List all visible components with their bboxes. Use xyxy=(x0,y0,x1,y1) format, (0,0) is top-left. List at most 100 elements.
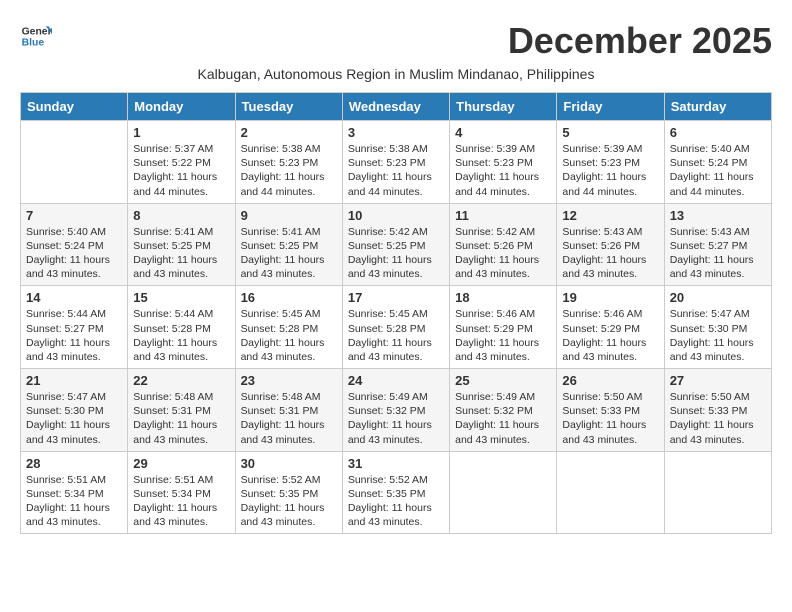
calendar-cell: 6Sunrise: 5:40 AMSunset: 5:24 PMDaylight… xyxy=(664,121,771,204)
calendar-week-row: 14Sunrise: 5:44 AMSunset: 5:27 PMDayligh… xyxy=(21,286,772,369)
day-info: Sunrise: 5:49 AMSunset: 5:32 PMDaylight:… xyxy=(455,390,551,447)
weekday-header-wednesday: Wednesday xyxy=(342,93,449,121)
calendar-cell: 4 Sunrise: 5:39 AMSunset: 5:23 PMDaylight… xyxy=(450,121,557,204)
day-number: 4 xyxy=(455,125,551,140)
calendar-cell: 12 Sunrise: 5:43 AMSunset: 5:26 PMDayligh… xyxy=(557,203,664,286)
day-info: Sunrise: 5:43 AMSunset: 5:26 PMDaylight:… xyxy=(562,225,658,282)
day-number: 15 xyxy=(133,290,229,305)
calendar-cell: 1 Sunrise: 5:37 AMSunset: 5:22 PMDaylight… xyxy=(128,121,235,204)
day-info: Sunrise: 5:47 AMSunset: 5:30 PMDaylight:… xyxy=(26,390,122,447)
day-number: 11 xyxy=(455,208,551,223)
day-number: 26 xyxy=(562,373,658,388)
month-title: December 2025 xyxy=(508,20,772,62)
calendar-table: SundayMondayTuesdayWednesdayThursdayFrid… xyxy=(20,92,772,534)
day-number: 13 xyxy=(670,208,766,223)
day-info: Sunrise: 5:48 AMSunset: 5:31 PMDaylight:… xyxy=(241,390,337,447)
day-number: 17 xyxy=(348,290,444,305)
day-info: Sunrise: 5:38 AMSunset: 5:23 PMDaylight:… xyxy=(241,142,337,199)
day-number: 20 xyxy=(670,290,766,305)
logo: General Blue xyxy=(20,20,52,52)
calendar-cell: 20 Sunrise: 5:47 AMSunset: 5:30 PMDayligh… xyxy=(664,286,771,369)
calendar-cell xyxy=(21,121,128,204)
calendar-cell: 22Sunrise: 5:48 AMSunset: 5:31 PMDayligh… xyxy=(128,369,235,452)
day-info: Sunrise: 5:40 AMSunset: 5:24 PMDaylight:… xyxy=(26,225,122,282)
calendar-cell: 31Sunrise: 5:52 AMSunset: 5:35 PMDayligh… xyxy=(342,451,449,534)
calendar-cell: 8 Sunrise: 5:41 AMSunset: 5:25 PMDaylight… xyxy=(128,203,235,286)
calendar-cell xyxy=(450,451,557,534)
day-info: Sunrise: 5:50 AMSunset: 5:33 PMDaylight:… xyxy=(562,390,658,447)
day-number: 28 xyxy=(26,456,122,471)
calendar-week-row: 7 Sunrise: 5:40 AMSunset: 5:24 PMDaylight… xyxy=(21,203,772,286)
day-info: Sunrise: 5:45 AMSunset: 5:28 PMDaylight:… xyxy=(348,307,444,364)
calendar-cell: 3 Sunrise: 5:38 AMSunset: 5:23 PMDaylight… xyxy=(342,121,449,204)
day-info: Sunrise: 5:47 AMSunset: 5:30 PMDaylight:… xyxy=(670,307,766,364)
day-info: Sunrise: 5:51 AMSunset: 5:34 PMDaylight:… xyxy=(26,473,122,530)
day-number: 9 xyxy=(241,208,337,223)
logo-icon: General Blue xyxy=(20,20,52,52)
weekday-header-sunday: Sunday xyxy=(21,93,128,121)
calendar-cell xyxy=(557,451,664,534)
day-info: Sunrise: 5:51 AMSunset: 5:34 PMDaylight:… xyxy=(133,473,229,530)
day-number: 29 xyxy=(133,456,229,471)
day-info: Sunrise: 5:44 AMSunset: 5:27 PMDaylight:… xyxy=(26,307,122,364)
day-info: Sunrise: 5:44 AMSunset: 5:28 PMDaylight:… xyxy=(133,307,229,364)
day-number: 18 xyxy=(455,290,551,305)
calendar-cell: 30Sunrise: 5:52 AMSunset: 5:35 PMDayligh… xyxy=(235,451,342,534)
calendar-cell: 19 Sunrise: 5:46 AMSunset: 5:29 PMDayligh… xyxy=(557,286,664,369)
calendar-cell: 27 Sunrise: 5:50 AMSunset: 5:33 PMDayligh… xyxy=(664,369,771,452)
calendar-cell: 21Sunrise: 5:47 AMSunset: 5:30 PMDayligh… xyxy=(21,369,128,452)
calendar-week-row: 21Sunrise: 5:47 AMSunset: 5:30 PMDayligh… xyxy=(21,369,772,452)
weekday-header-friday: Friday xyxy=(557,93,664,121)
day-number: 27 xyxy=(670,373,766,388)
day-info: Sunrise: 5:37 AMSunset: 5:22 PMDaylight:… xyxy=(133,142,229,199)
weekday-header-thursday: Thursday xyxy=(450,93,557,121)
day-number: 1 xyxy=(133,125,229,140)
day-info: Sunrise: 5:52 AMSunset: 5:35 PMDaylight:… xyxy=(241,473,337,530)
calendar-cell xyxy=(664,451,771,534)
subtitle: Kalbugan, Autonomous Region in Muslim Mi… xyxy=(20,66,772,82)
calendar-cell: 5 Sunrise: 5:39 AMSunset: 5:23 PMDaylight… xyxy=(557,121,664,204)
day-number: 10 xyxy=(348,208,444,223)
calendar-cell: 23Sunrise: 5:48 AMSunset: 5:31 PMDayligh… xyxy=(235,369,342,452)
day-number: 22 xyxy=(133,373,229,388)
day-number: 31 xyxy=(348,456,444,471)
day-info: Sunrise: 5:38 AMSunset: 5:23 PMDaylight:… xyxy=(348,142,444,199)
calendar-cell: 15 Sunrise: 5:44 AMSunset: 5:28 PMDayligh… xyxy=(128,286,235,369)
day-info: Sunrise: 5:43 AMSunset: 5:27 PMDaylight:… xyxy=(670,225,766,282)
day-number: 19 xyxy=(562,290,658,305)
day-number: 12 xyxy=(562,208,658,223)
calendar-cell: 10 Sunrise: 5:42 AMSunset: 5:25 PMDayligh… xyxy=(342,203,449,286)
calendar-cell: 14Sunrise: 5:44 AMSunset: 5:27 PMDayligh… xyxy=(21,286,128,369)
calendar-cell: 11Sunrise: 5:42 AMSunset: 5:26 PMDayligh… xyxy=(450,203,557,286)
day-info: Sunrise: 5:41 AMSunset: 5:25 PMDaylight:… xyxy=(241,225,337,282)
day-info: Sunrise: 5:40 AMSunset: 5:24 PMDaylight:… xyxy=(670,142,766,199)
weekday-header-monday: Monday xyxy=(128,93,235,121)
calendar-cell: 24 Sunrise: 5:49 AMSunset: 5:32 PMDayligh… xyxy=(342,369,449,452)
day-number: 5 xyxy=(562,125,658,140)
calendar-cell: 25Sunrise: 5:49 AMSunset: 5:32 PMDayligh… xyxy=(450,369,557,452)
day-info: Sunrise: 5:46 AMSunset: 5:29 PMDaylight:… xyxy=(562,307,658,364)
day-info: Sunrise: 5:41 AMSunset: 5:25 PMDaylight:… xyxy=(133,225,229,282)
weekday-header-tuesday: Tuesday xyxy=(235,93,342,121)
calendar-body: 1 Sunrise: 5:37 AMSunset: 5:22 PMDaylight… xyxy=(21,121,772,534)
day-number: 8 xyxy=(133,208,229,223)
calendar-week-row: 28 Sunrise: 5:51 AMSunset: 5:34 PMDayligh… xyxy=(21,451,772,534)
day-info: Sunrise: 5:42 AMSunset: 5:25 PMDaylight:… xyxy=(348,225,444,282)
calendar-cell: 18Sunrise: 5:46 AMSunset: 5:29 PMDayligh… xyxy=(450,286,557,369)
calendar-cell: 17 Sunrise: 5:45 AMSunset: 5:28 PMDayligh… xyxy=(342,286,449,369)
svg-text:Blue: Blue xyxy=(22,38,45,49)
day-info: Sunrise: 5:50 AMSunset: 5:33 PMDaylight:… xyxy=(670,390,766,447)
calendar-week-row: 1 Sunrise: 5:37 AMSunset: 5:22 PMDaylight… xyxy=(21,121,772,204)
day-info: Sunrise: 5:49 AMSunset: 5:32 PMDaylight:… xyxy=(348,390,444,447)
calendar-cell: 9 Sunrise: 5:41 AMSunset: 5:25 PMDaylight… xyxy=(235,203,342,286)
calendar-cell: 28 Sunrise: 5:51 AMSunset: 5:34 PMDayligh… xyxy=(21,451,128,534)
day-info: Sunrise: 5:39 AMSunset: 5:23 PMDaylight:… xyxy=(455,142,551,199)
calendar-cell: 16Sunrise: 5:45 AMSunset: 5:28 PMDayligh… xyxy=(235,286,342,369)
day-number: 3 xyxy=(348,125,444,140)
day-info: Sunrise: 5:39 AMSunset: 5:23 PMDaylight:… xyxy=(562,142,658,199)
calendar-cell: 7 Sunrise: 5:40 AMSunset: 5:24 PMDaylight… xyxy=(21,203,128,286)
day-number: 7 xyxy=(26,208,122,223)
day-info: Sunrise: 5:45 AMSunset: 5:28 PMDaylight:… xyxy=(241,307,337,364)
page-header: General Blue December 2025 xyxy=(20,20,772,62)
day-number: 24 xyxy=(348,373,444,388)
